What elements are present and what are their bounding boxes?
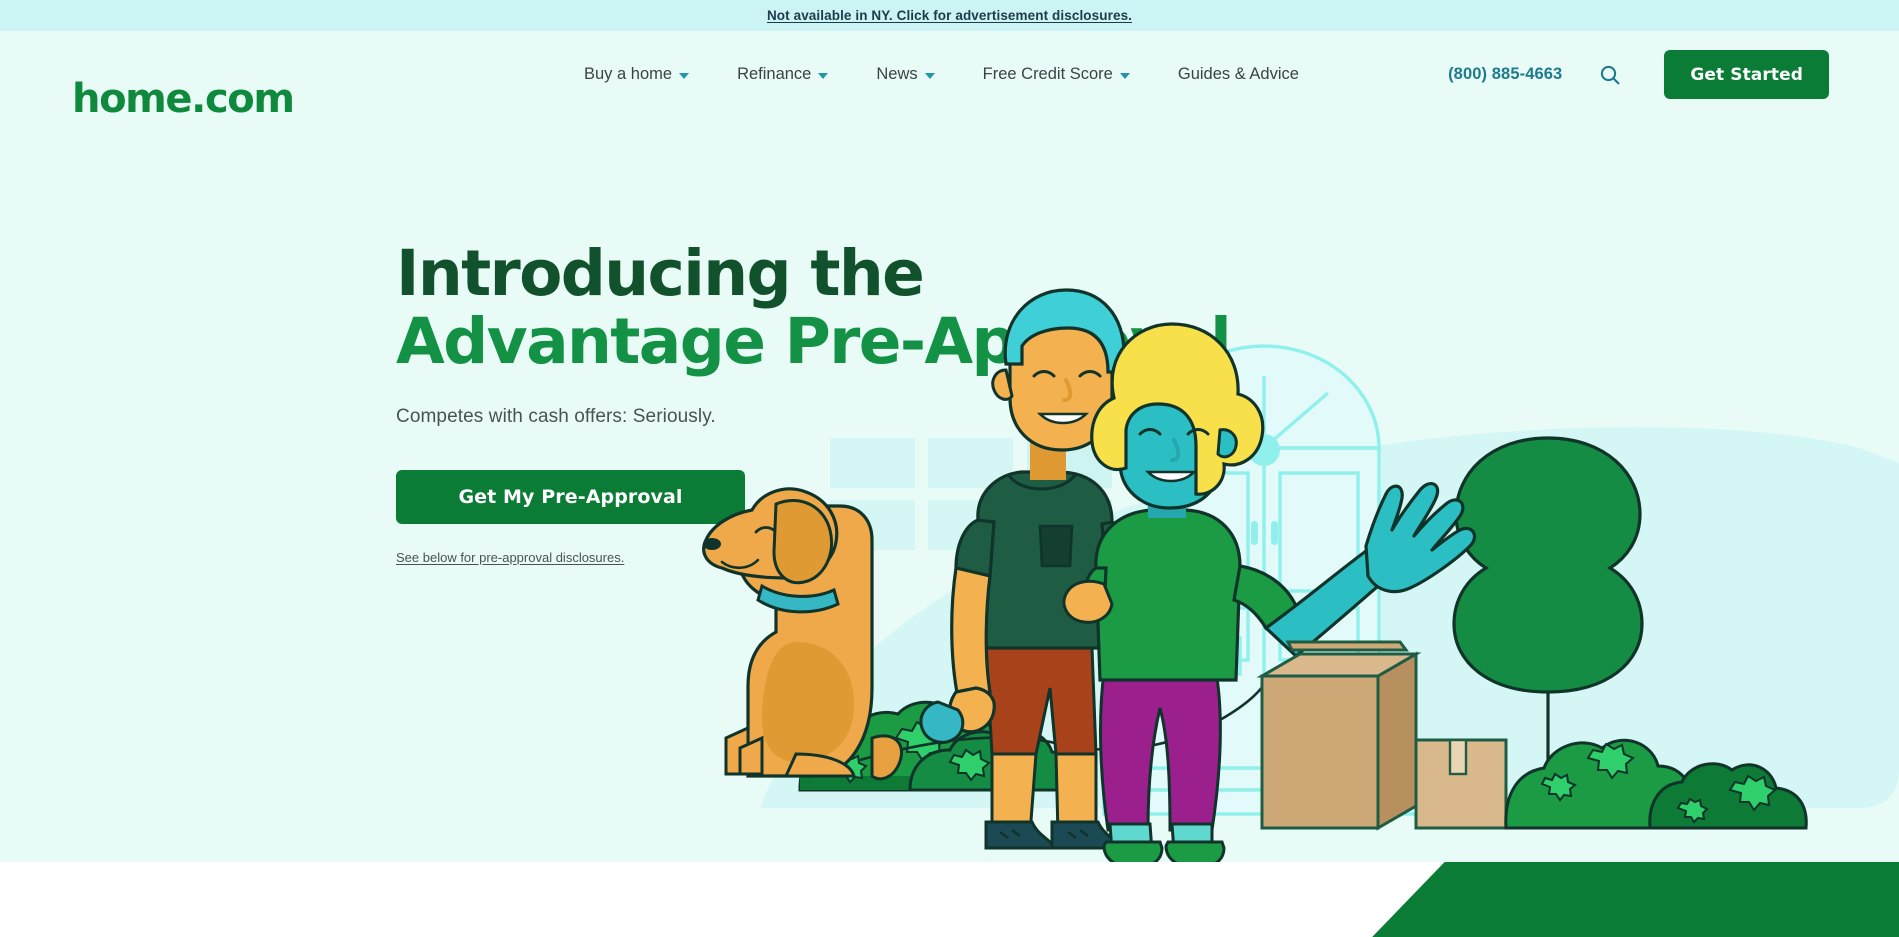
get-started-button[interactable]: Get Started bbox=[1664, 50, 1829, 99]
advertisement-disclosure-link[interactable]: Not available in NY. Click for advertise… bbox=[767, 8, 1132, 23]
header-actions: (800) 885-4663 Get Started bbox=[1448, 31, 1829, 118]
nav-label: Free Credit Score bbox=[982, 65, 1113, 83]
bottom-band bbox=[0, 862, 1899, 937]
nav-item-news[interactable]: News bbox=[852, 65, 958, 84]
logo-wordmark: home.com bbox=[72, 76, 295, 122]
chevron-down-icon bbox=[679, 73, 690, 79]
chevron-down-icon bbox=[924, 73, 935, 79]
site-header: home.com BY FAIRWAY INDEPENDENT MORTGAGE… bbox=[0, 31, 1899, 142]
search-icon bbox=[1601, 65, 1620, 84]
nav-item-guides-and-advice[interactable]: Guides & Advice bbox=[1154, 65, 1323, 84]
nav-item-refinance[interactable]: Refinance bbox=[713, 65, 852, 84]
nav-label: News bbox=[876, 65, 918, 83]
nav-label: Guides & Advice bbox=[1177, 65, 1299, 83]
chevron-down-icon bbox=[1119, 73, 1130, 79]
nav-label: Refinance bbox=[737, 65, 812, 83]
search-button[interactable] bbox=[1592, 57, 1628, 93]
nav-label: Buy a home bbox=[584, 65, 673, 83]
get-my-pre-approval-button[interactable]: Get My Pre-Approval bbox=[396, 470, 745, 524]
phone-link[interactable]: (800) 885-4663 bbox=[1448, 65, 1562, 84]
green-diagonal-wedge bbox=[1342, 862, 1899, 937]
chevron-down-icon bbox=[818, 73, 829, 79]
nav-item-free-credit-score[interactable]: Free Credit Score bbox=[959, 65, 1154, 84]
nav-item-buy-a-home[interactable]: Buy a home bbox=[560, 65, 713, 84]
hero-illustration bbox=[702, 288, 1899, 862]
main-navigation: Buy a home Refinance News Free Credit Sc… bbox=[560, 31, 1323, 118]
advertisement-disclosure-banner: Not available in NY. Click for advertise… bbox=[0, 0, 1899, 31]
hero-section: Introducing the Advantage Pre-Approval C… bbox=[0, 118, 1899, 862]
